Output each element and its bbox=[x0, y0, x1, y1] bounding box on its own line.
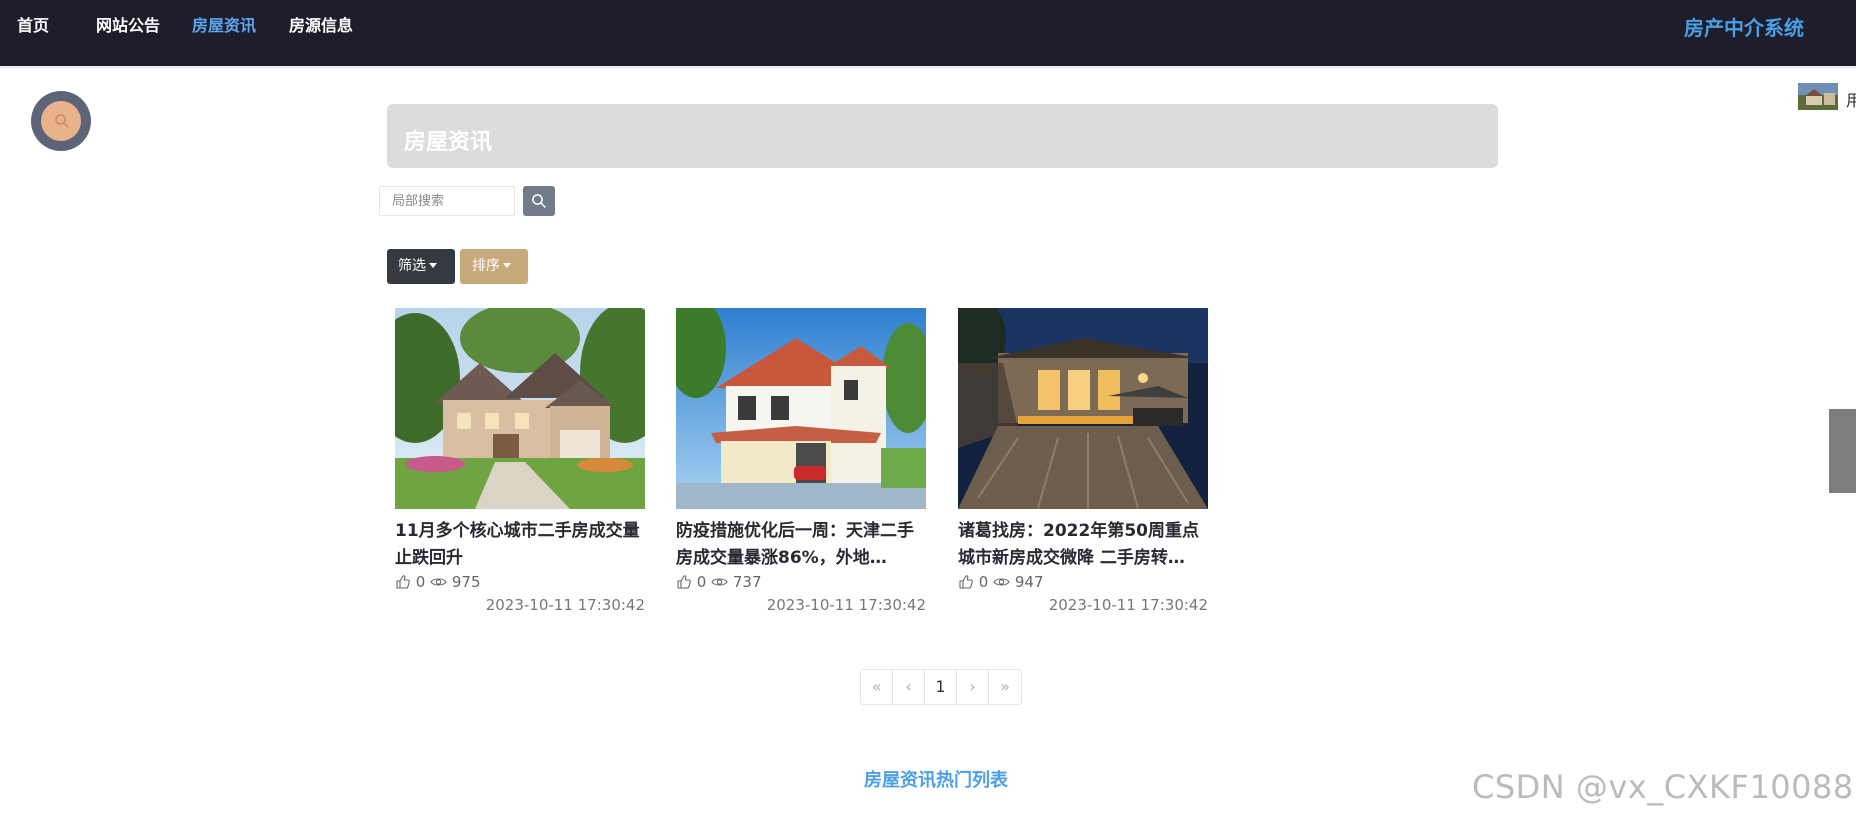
search-input[interactable] bbox=[379, 186, 515, 216]
search-button[interactable] bbox=[523, 186, 555, 216]
sort-label: 排序 bbox=[472, 258, 500, 274]
article-title[interactable]: 诸葛找房：2022年第50周重点城市新房成交微降 二手房转… bbox=[958, 518, 1208, 572]
next-page-button[interactable]: › bbox=[957, 670, 989, 704]
floating-search-button[interactable] bbox=[31, 91, 91, 151]
sort-dropdown-button[interactable]: 排序 bbox=[460, 249, 528, 284]
side-scroll-tab[interactable] bbox=[1829, 409, 1856, 493]
filter-dropdown-button[interactable]: 筛选 bbox=[387, 249, 455, 284]
caret-down-icon bbox=[503, 262, 511, 268]
user-label[interactable]: 用 bbox=[1846, 87, 1856, 111]
nav-item-listings[interactable]: 房源信息 bbox=[289, 14, 353, 38]
search-icon bbox=[532, 194, 546, 208]
last-page-button[interactable]: » bbox=[989, 670, 1021, 704]
article-image[interactable] bbox=[395, 308, 645, 509]
article-meta: 0 737 bbox=[676, 572, 762, 592]
top-navbar: 首页 网站公告 房屋资讯 房源信息 房产中介系统 bbox=[0, 0, 1856, 66]
article-title[interactable]: 11月多个核心城市二手房成交量止跌回升 bbox=[395, 518, 645, 572]
prev-page-button[interactable]: ‹ bbox=[893, 670, 925, 704]
article-card[interactable]: 防疫措施优化后一周：天津二手房成交量暴涨86%，外地… 0 737 2023-1… bbox=[676, 308, 926, 620]
eye-icon bbox=[993, 578, 1010, 586]
nav-item-house-news[interactable]: 房屋资讯 bbox=[192, 14, 256, 38]
hot-list-title: 房屋资讯热门列表 bbox=[864, 770, 1008, 791]
article-card[interactable]: 11月多个核心城市二手房成交量止跌回升 0 975 2023-10-11 17:… bbox=[395, 308, 645, 620]
page-title: 房屋资讯 bbox=[404, 130, 493, 155]
article-meta: 0 975 bbox=[395, 572, 481, 592]
watermark: CSDN @vx_CXKF10088 bbox=[1472, 768, 1854, 806]
thumbs-up-icon[interactable] bbox=[395, 574, 411, 590]
filter-label: 筛选 bbox=[398, 258, 426, 274]
article-date: 2023-10-11 17:30:42 bbox=[766, 596, 926, 614]
user-avatar-thumbnail[interactable] bbox=[1798, 83, 1838, 110]
first-page-button[interactable]: « bbox=[861, 670, 893, 704]
search-icon bbox=[55, 114, 69, 128]
navbar-divider bbox=[0, 66, 1856, 68]
view-count: 947 bbox=[1014, 573, 1044, 591]
caret-down-icon bbox=[429, 262, 437, 268]
like-count: 0 bbox=[415, 573, 426, 591]
article-date: 2023-10-11 17:30:42 bbox=[485, 596, 645, 614]
current-page-button[interactable]: 1 bbox=[925, 670, 957, 704]
page-title-banner: 房屋资讯 bbox=[387, 104, 1498, 168]
eye-icon bbox=[711, 578, 728, 586]
article-image[interactable] bbox=[958, 308, 1208, 509]
article-meta: 0 947 bbox=[958, 572, 1044, 592]
site-brand[interactable]: 房产中介系统 bbox=[1684, 12, 1804, 41]
nav-item-announcements[interactable]: 网站公告 bbox=[96, 14, 160, 38]
nav-item-home[interactable]: 首页 bbox=[17, 14, 49, 38]
like-count: 0 bbox=[696, 573, 707, 591]
article-card[interactable]: 诸葛找房：2022年第50周重点城市新房成交微降 二手房转… 0 947 202… bbox=[958, 308, 1208, 620]
article-title[interactable]: 防疫措施优化后一周：天津二手房成交量暴涨86%，外地… bbox=[676, 518, 926, 572]
thumbs-up-icon[interactable] bbox=[958, 574, 974, 590]
floating-search-inner bbox=[41, 101, 81, 141]
article-image[interactable] bbox=[676, 308, 926, 509]
pagination: « ‹ 1 › » bbox=[860, 669, 1022, 705]
like-count: 0 bbox=[978, 573, 989, 591]
article-date: 2023-10-11 17:30:42 bbox=[1048, 596, 1208, 614]
thumbs-up-icon[interactable] bbox=[676, 574, 692, 590]
view-count: 975 bbox=[451, 573, 481, 591]
view-count: 737 bbox=[732, 573, 762, 591]
eye-icon bbox=[430, 578, 447, 586]
